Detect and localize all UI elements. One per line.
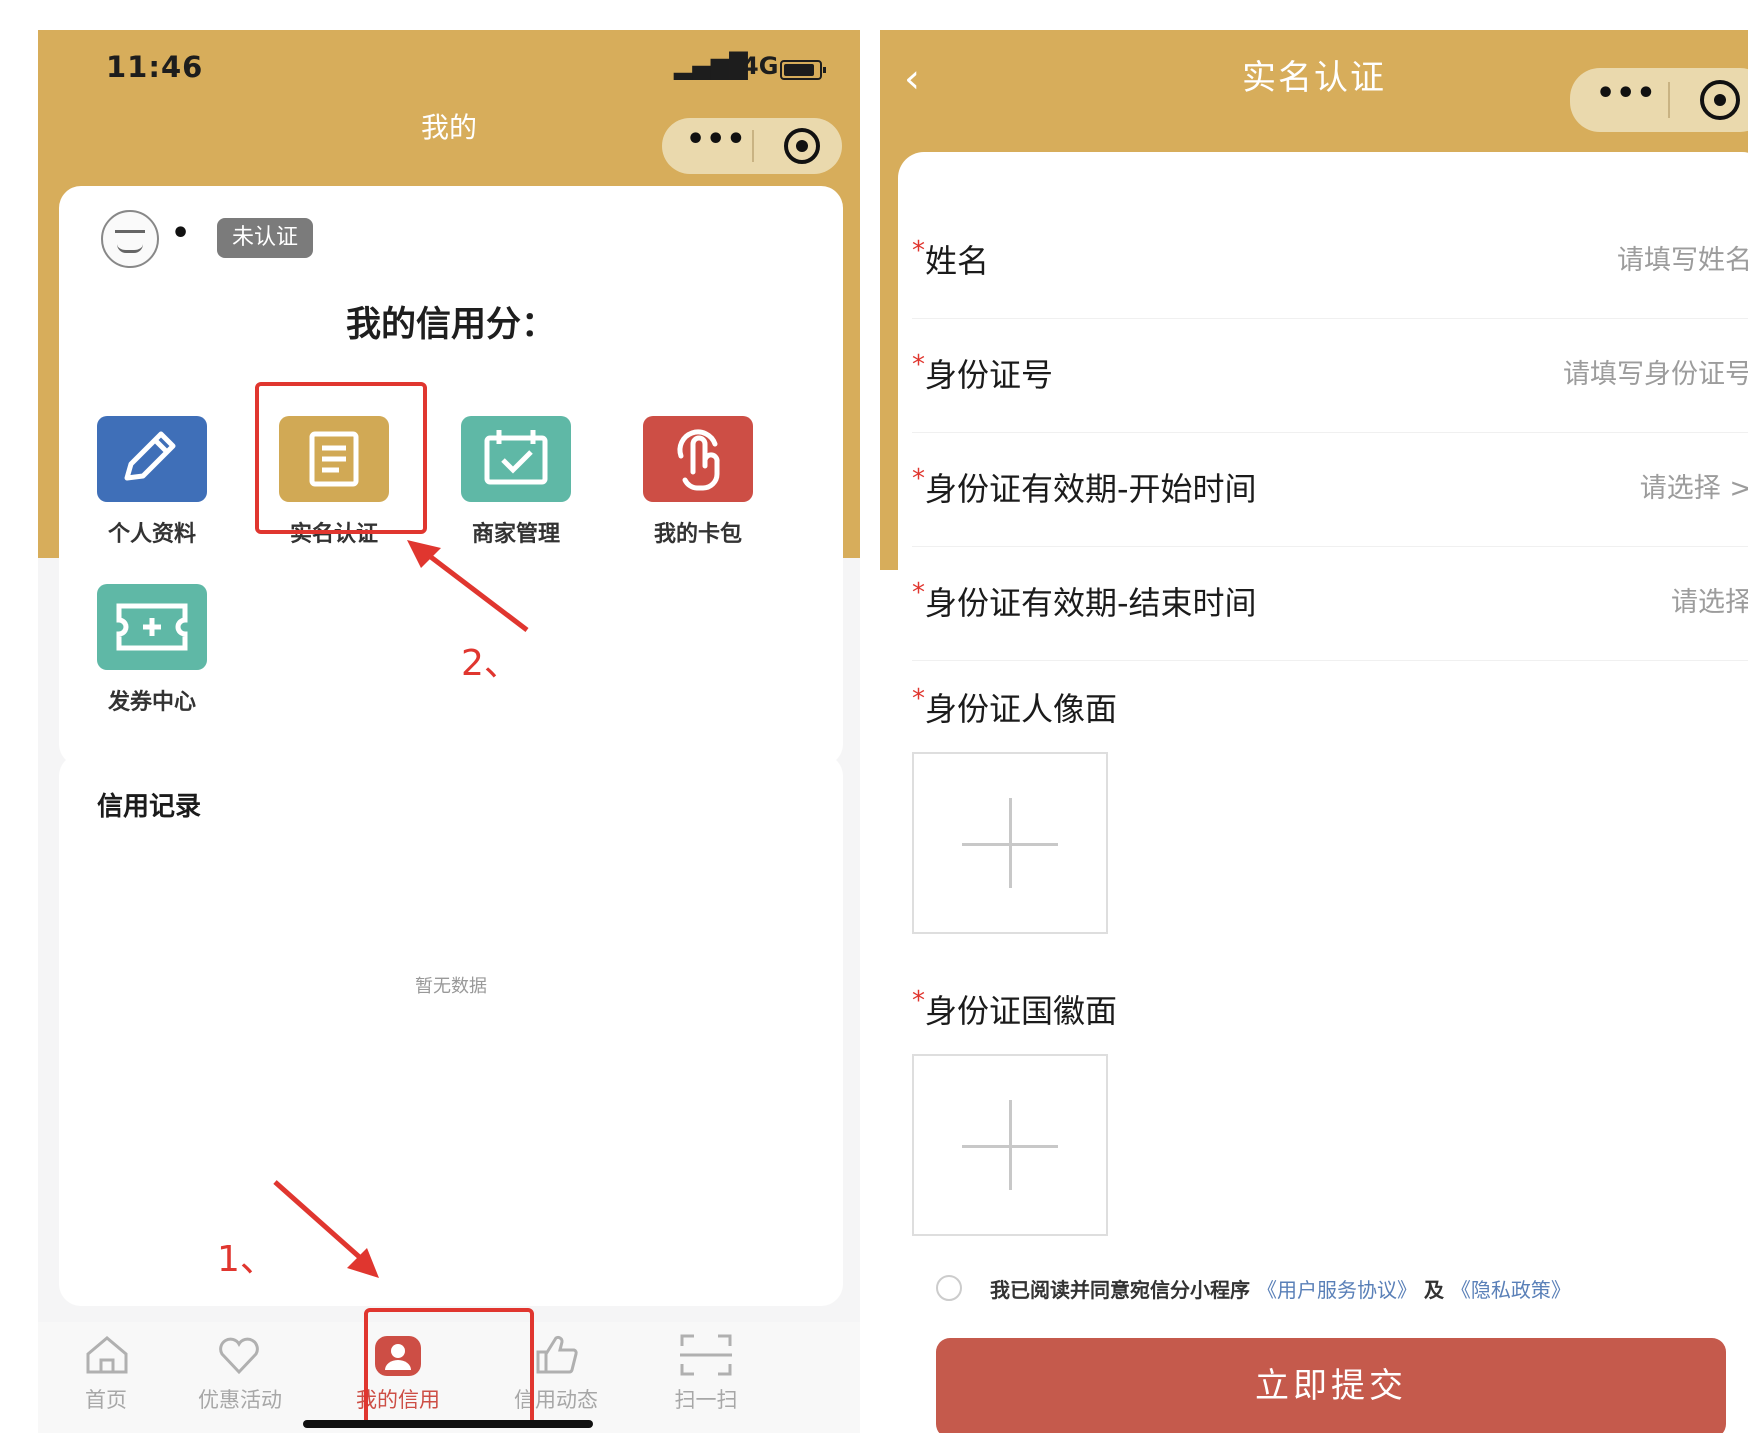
upload-back-button[interactable]: [912, 1054, 1108, 1236]
capsule-divider: [1668, 82, 1670, 118]
tab-promotions[interactable]: 优惠活动: [170, 1322, 310, 1422]
grid-item-merchant[interactable]: 商家管理: [431, 416, 601, 547]
empty-state-text: 暂无数据: [415, 976, 487, 997]
miniprogram-capsule: •••: [662, 118, 842, 174]
field-name[interactable]: *姓名 请填写姓名: [912, 208, 1748, 319]
upload-front-label: *身份证人像面: [912, 684, 1118, 728]
profile-card: • 未认证 我的信用分： 个人资料 实名认证 商家管理 我的卡包 发券中心 2、: [59, 186, 843, 766]
id-number-input[interactable]: 请填写身份证号: [1563, 352, 1748, 391]
user-name: •: [171, 216, 191, 251]
field-label: 身份证有效期-结束时间: [925, 584, 1257, 622]
upload-front-button[interactable]: [912, 752, 1108, 934]
grid-item-label: 发券中心: [107, 690, 196, 715]
capsule-divider: [752, 130, 754, 162]
more-icon[interactable]: •••: [1596, 76, 1657, 111]
required-mark: *: [912, 684, 925, 714]
scan-icon: [680, 1334, 732, 1376]
required-mark: *: [912, 350, 925, 380]
grid-item-profile[interactable]: 个人资料: [67, 416, 237, 547]
submit-button[interactable]: 立即提交: [936, 1338, 1726, 1433]
tab-label: 扫一扫: [674, 1388, 738, 1412]
status-signal: ▂▄▆█: [674, 52, 748, 80]
thumbs-up-icon: [536, 1335, 578, 1374]
user-agreement-link[interactable]: 《用户服务协议》: [1257, 1278, 1417, 1302]
tab-scan[interactable]: 扫一扫: [636, 1322, 776, 1422]
left-phone-screen: 11:46 ▂▄▆█ 4G 我的 ••• • 未认证 我的信用分： 个人资料 实…: [38, 30, 860, 1433]
right-phone-screen: ‹ 实名认证 ••• *姓名 请填写姓名 *身份证号 请填写身份证号 *身份证有…: [880, 30, 1748, 1433]
status-badge: 未认证: [217, 218, 313, 258]
annotation-arrow-2: [407, 540, 529, 632]
calendar-check-icon: [461, 416, 571, 502]
close-target-icon[interactable]: [784, 128, 820, 164]
grid-item-label: 个人资料: [107, 522, 196, 547]
required-mark: *: [912, 464, 925, 494]
agree-checkbox[interactable]: [936, 1275, 962, 1301]
annotation-arrow-1: [273, 1180, 379, 1278]
grid-item-coupon[interactable]: 发券中心: [67, 584, 237, 715]
status-time: 11:46: [106, 50, 204, 84]
highlight-box-tab: [364, 1308, 534, 1428]
start-date-picker[interactable]: 请选择 >: [1640, 466, 1748, 505]
hand-pointer-icon: [643, 416, 753, 502]
heart-icon: [219, 1337, 259, 1375]
required-mark: *: [912, 986, 925, 1016]
agreement-text: 我已阅读并同意宛信分小程序 《用户服务协议》 及 《隐私政策》: [990, 1278, 1571, 1302]
field-id-number[interactable]: *身份证号 请填写身份证号: [912, 322, 1748, 433]
upload-back-label: *身份证国徽面: [912, 986, 1118, 1030]
tab-home[interactable]: 首页: [38, 1322, 176, 1422]
miniprogram-capsule: •••: [1570, 68, 1748, 132]
status-network: 4G: [742, 52, 779, 80]
annotation-step-1: 1、: [217, 1239, 276, 1280]
field-label: 身份证号: [925, 356, 1054, 394]
field-label: 姓名: [925, 242, 990, 280]
ticket-icon: [97, 584, 207, 670]
grid-item-cardbag[interactable]: 我的卡包: [613, 416, 783, 547]
credit-records-card: 信用记录 暂无数据 1、: [59, 754, 843, 1306]
tab-label: 优惠活动: [198, 1388, 282, 1412]
highlight-box-realname: [255, 382, 427, 534]
pencil-icon: [97, 416, 207, 502]
more-icon[interactable]: •••: [686, 122, 747, 157]
annotation-step-2: 2、: [461, 643, 520, 684]
name-input[interactable]: 请填写姓名: [1617, 238, 1748, 277]
end-date-picker[interactable]: 请选择: [1671, 580, 1748, 619]
battery-icon: [780, 60, 826, 80]
credit-score-label: 我的信用分：: [345, 305, 556, 345]
avatar[interactable]: [101, 210, 159, 268]
signal-icon: ▂▄▆█: [674, 52, 748, 80]
field-valid-end[interactable]: *身份证有效期-结束时间 请选择: [912, 550, 1748, 661]
realname-form: *姓名 请填写姓名 *身份证号 请填写身份证号 *身份证有效期-开始时间 请选择…: [898, 152, 1748, 1433]
home-icon: [86, 1336, 128, 1374]
close-target-icon[interactable]: [1700, 80, 1740, 120]
field-label: 身份证有效期-开始时间: [925, 470, 1257, 508]
home-indicator: [303, 1420, 593, 1428]
privacy-policy-link[interactable]: 《隐私政策》: [1451, 1278, 1571, 1302]
records-title: 信用记录: [97, 792, 202, 822]
tab-bar: 首页 优惠活动 我的信用 信用动态 扫一扫: [38, 1308, 860, 1433]
field-valid-start[interactable]: *身份证有效期-开始时间 请选择 >: [912, 436, 1748, 547]
required-mark: *: [912, 236, 925, 266]
tab-label: 首页: [85, 1388, 127, 1412]
grid-item-label: 我的卡包: [653, 522, 742, 547]
required-mark: *: [912, 578, 925, 608]
